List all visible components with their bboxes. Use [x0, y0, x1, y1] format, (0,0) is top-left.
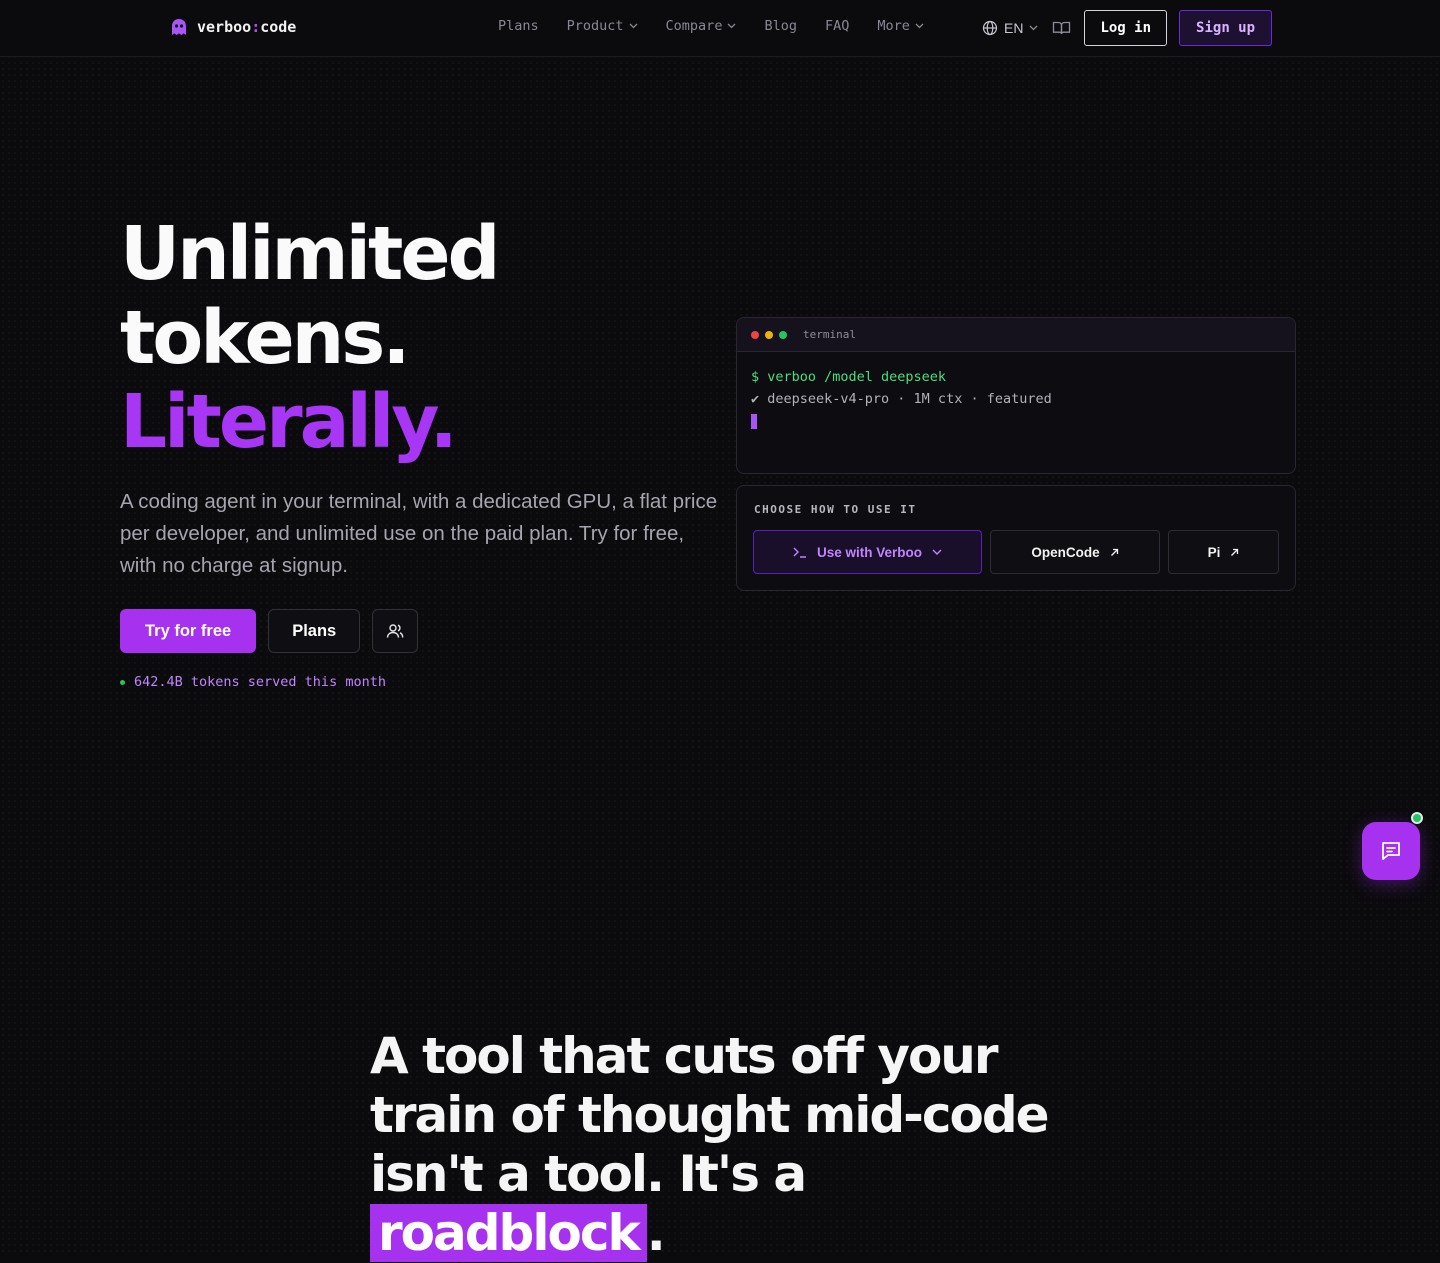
users-icon — [387, 624, 404, 638]
terminal-prompt-icon — [793, 547, 806, 558]
hero-cta-row: Try for free Plans — [120, 609, 419, 653]
section-headline-highlight: roadblock — [370, 1204, 647, 1262]
team-button[interactable] — [372, 609, 419, 653]
chevron-down-icon — [1029, 25, 1038, 31]
terminal-window: terminal $ verboo /model deepseek ✔ deep… — [736, 317, 1296, 474]
terminal-title: terminal — [803, 328, 856, 341]
hero-title: Unlimited tokens. Literally. — [120, 211, 501, 465]
tokens-served-text: 642.4B tokens served this month — [134, 674, 386, 690]
chevron-down-icon — [629, 23, 638, 29]
chevron-down-icon — [915, 23, 924, 29]
section-headline-text: A tool that cuts off your train of thoug… — [370, 1027, 1050, 1203]
option-label: Pi — [1207, 544, 1221, 560]
section-headline: A tool that cuts off your train of thoug… — [370, 1027, 1070, 1263]
terminal-command: $ verboo /model deepseek — [751, 369, 947, 385]
book-open-icon — [1052, 21, 1071, 35]
pi-option[interactable]: Pi — [1168, 530, 1279, 574]
window-close-dot — [751, 330, 759, 339]
chat-online-indicator — [1411, 812, 1423, 824]
globe-icon — [982, 20, 998, 36]
plans-button[interactable]: Plans — [268, 609, 361, 653]
chat-widget-button[interactable] — [1362, 822, 1420, 880]
nav-link-plans[interactable]: Plans — [498, 18, 539, 34]
nav-link-compare[interactable]: Compare — [666, 18, 737, 34]
chat-bubble-icon — [1382, 842, 1400, 860]
nav-link-faq[interactable]: FAQ — [825, 18, 849, 34]
nav-link-more[interactable]: More — [877, 18, 924, 34]
docs-button[interactable] — [1050, 10, 1072, 46]
logo-text: verboo:code — [197, 18, 297, 36]
top-navigation: verboo:code Plans Product Compare Blog F… — [0, 0, 1440, 57]
ghost-logo-icon — [172, 18, 186, 35]
logo[interactable]: verboo:code — [170, 16, 296, 38]
terminal-body: $ verboo /model deepseek ✔ deepseek-v4-p… — [737, 352, 1295, 443]
nav-actions: EN Log in Sign up — [982, 10, 1273, 46]
use-with-verboo-option[interactable]: Use with Verboo — [753, 530, 982, 574]
tokens-served-stat: 642.4B tokens served this month — [120, 674, 386, 690]
language-label: EN — [1004, 20, 1024, 36]
nav-links: Plans Product Compare Blog FAQ More — [498, 18, 924, 34]
usage-chooser-label: CHOOSE HOW TO USE IT — [754, 503, 917, 516]
hero-title-accent: Literally. — [120, 379, 458, 465]
window-maximize-dot — [779, 330, 787, 339]
hero-title-line-2: tokens. — [120, 295, 410, 381]
terminal-output: ✔ deepseek-v4-pro · 1M ctx · featured — [751, 391, 1052, 407]
opencode-option[interactable]: OpenCode — [990, 530, 1160, 574]
section-headline-end: . — [646, 1204, 666, 1262]
option-label: Use with Verboo — [816, 544, 923, 560]
nav-link-blog[interactable]: Blog — [764, 18, 797, 34]
try-free-button[interactable]: Try for free — [120, 609, 257, 653]
window-minimize-dot — [765, 330, 773, 339]
chevron-down-icon — [727, 23, 736, 29]
nav-link-product[interactable]: Product — [567, 18, 638, 34]
usage-chooser: CHOOSE HOW TO USE IT Use with Verboo Ope… — [736, 485, 1296, 591]
signup-button[interactable]: Sign up — [1179, 10, 1273, 46]
live-status-dot — [120, 679, 125, 685]
hero-title-line-1: Unlimited — [120, 211, 501, 297]
external-link-arrow-icon — [1110, 548, 1118, 556]
login-button[interactable]: Log in — [1084, 10, 1168, 46]
option-label: OpenCode — [1031, 544, 1100, 560]
terminal-cursor — [751, 414, 757, 429]
hero-subtitle: A coding agent in your terminal, with a … — [120, 490, 718, 577]
terminal-header: terminal — [737, 318, 1295, 352]
language-selector[interactable]: EN — [982, 10, 1038, 46]
chevron-down-icon — [932, 549, 942, 555]
external-link-arrow-icon — [1231, 548, 1239, 556]
